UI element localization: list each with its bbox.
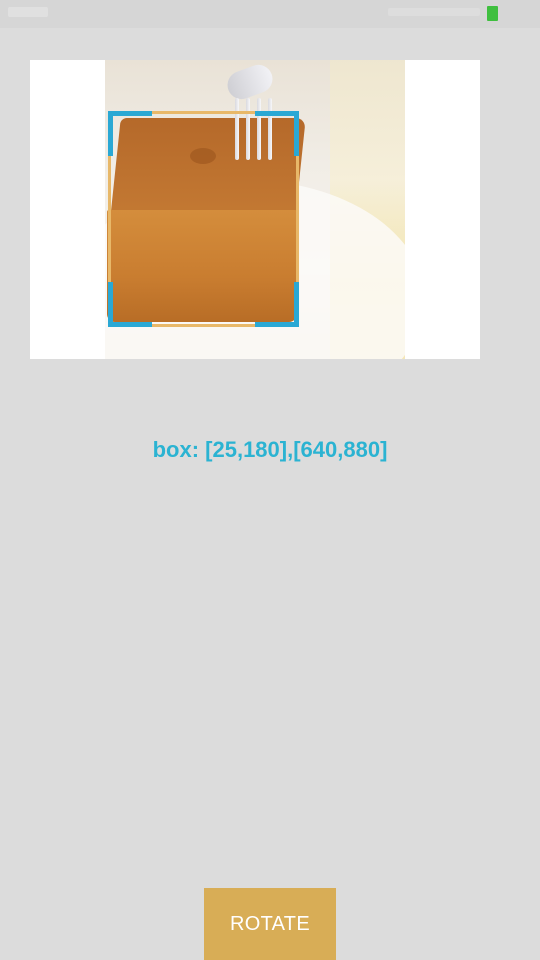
box-coordinates-text: box: [25,180],[640,880] <box>152 437 388 462</box>
detection-corner-top-left <box>108 111 152 156</box>
image-preview <box>30 60 480 359</box>
battery-icon <box>487 6 498 21</box>
status-time <box>8 7 48 17</box>
fork-icon <box>223 60 277 104</box>
rotate-button[interactable]: ROTATE <box>204 888 336 960</box>
detection-corner-bottom-left <box>108 282 152 327</box>
detection-corner-bottom-right <box>255 282 299 327</box>
detection-corner-top-right <box>255 111 299 156</box>
status-icons <box>388 8 480 16</box>
status-bar <box>0 0 540 28</box>
